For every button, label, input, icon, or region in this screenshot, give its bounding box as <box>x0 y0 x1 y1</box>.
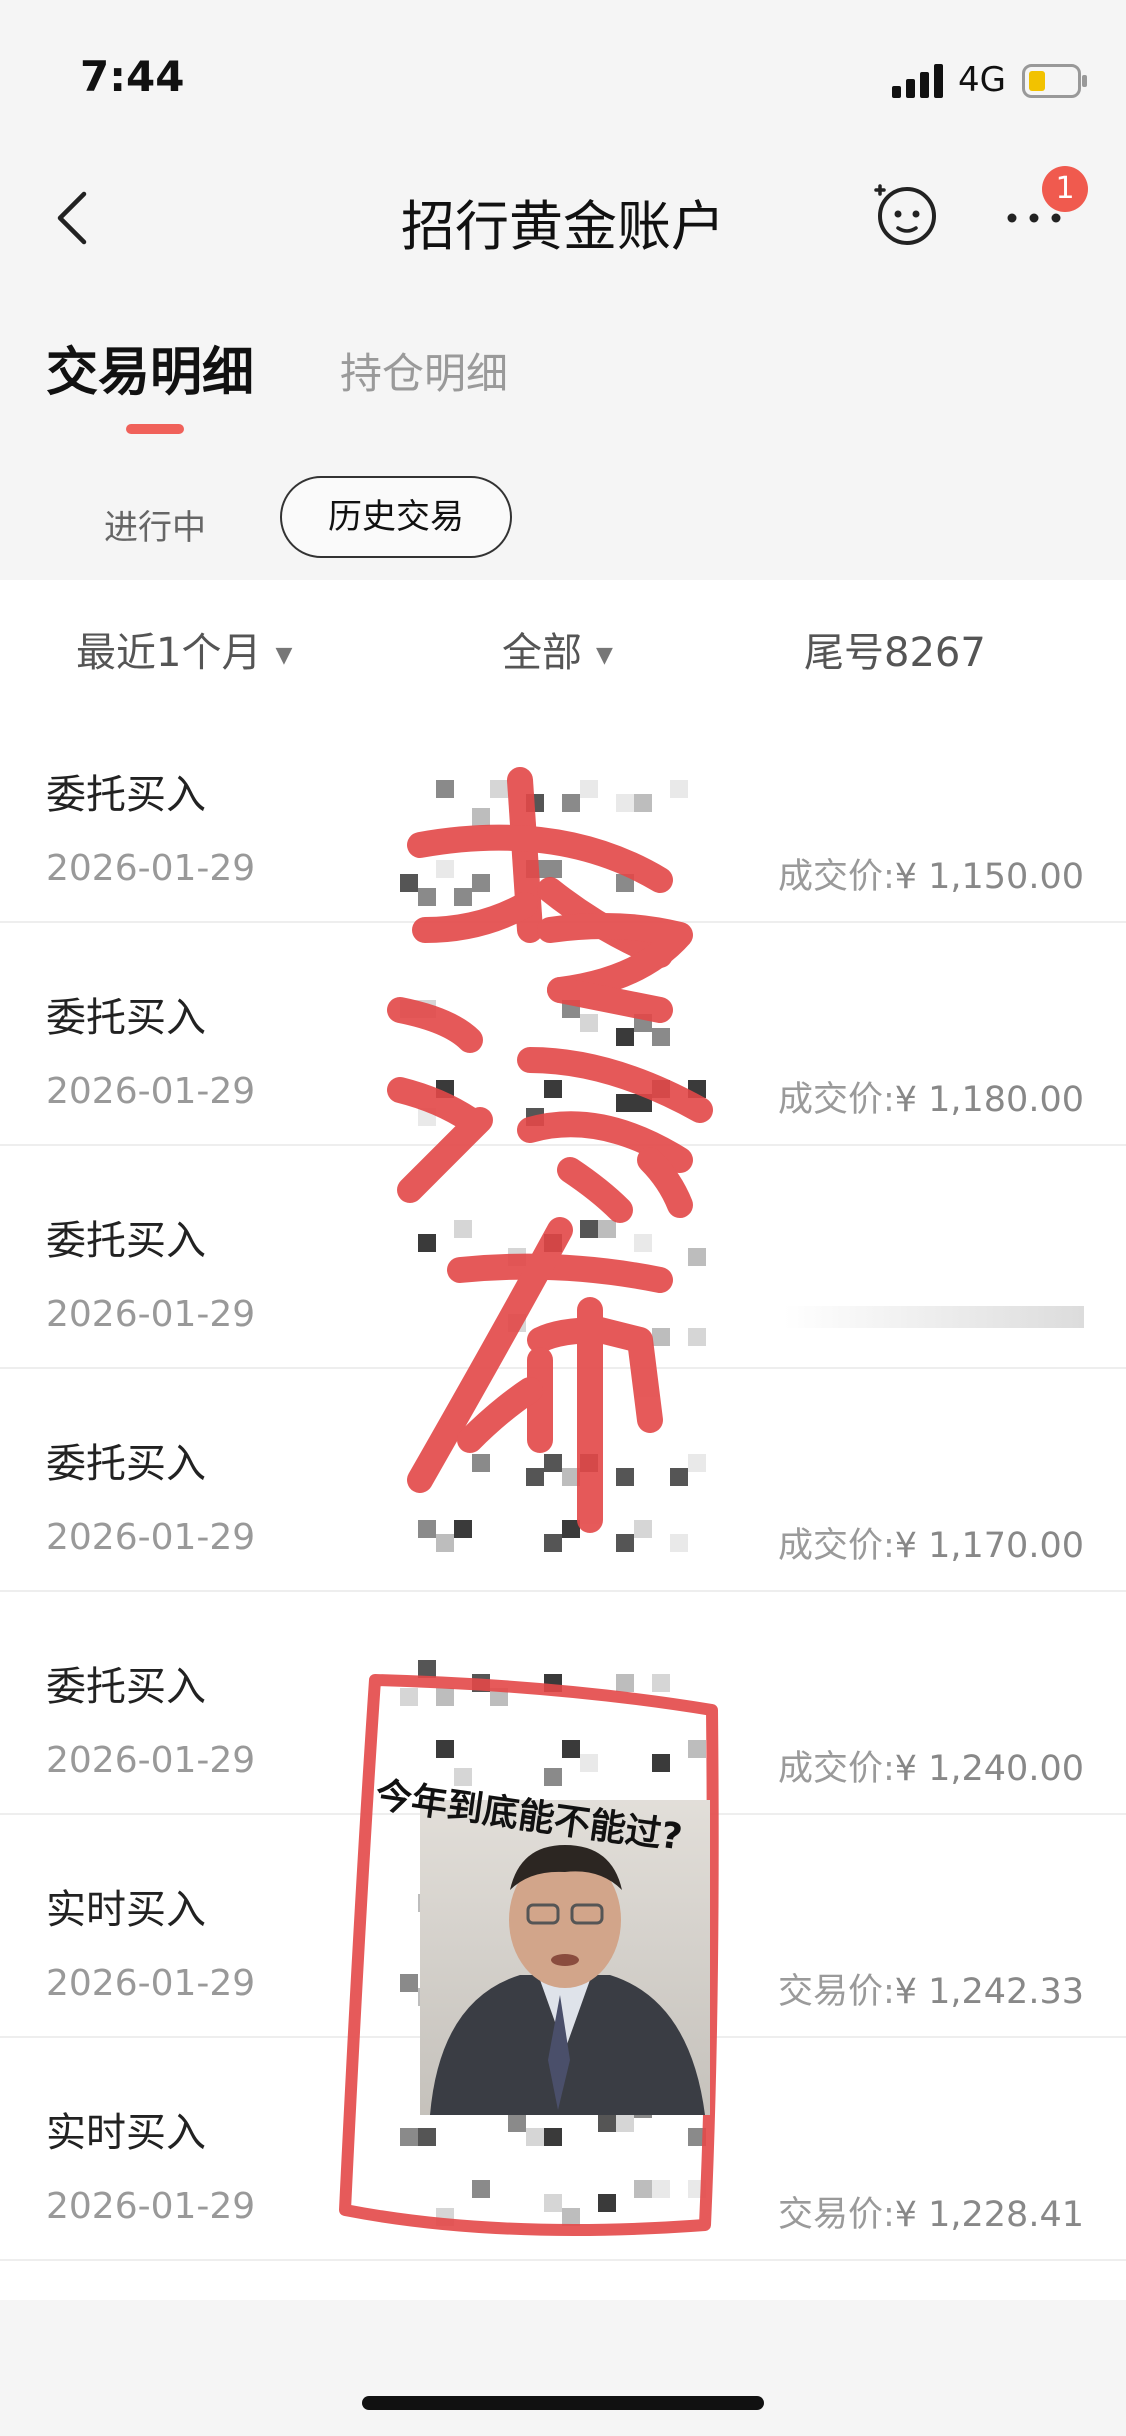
home-indicator[interactable] <box>362 2396 764 2410</box>
bottom-safe-area <box>0 2300 1126 2436</box>
handwritten-annotation <box>339 767 719 2236</box>
